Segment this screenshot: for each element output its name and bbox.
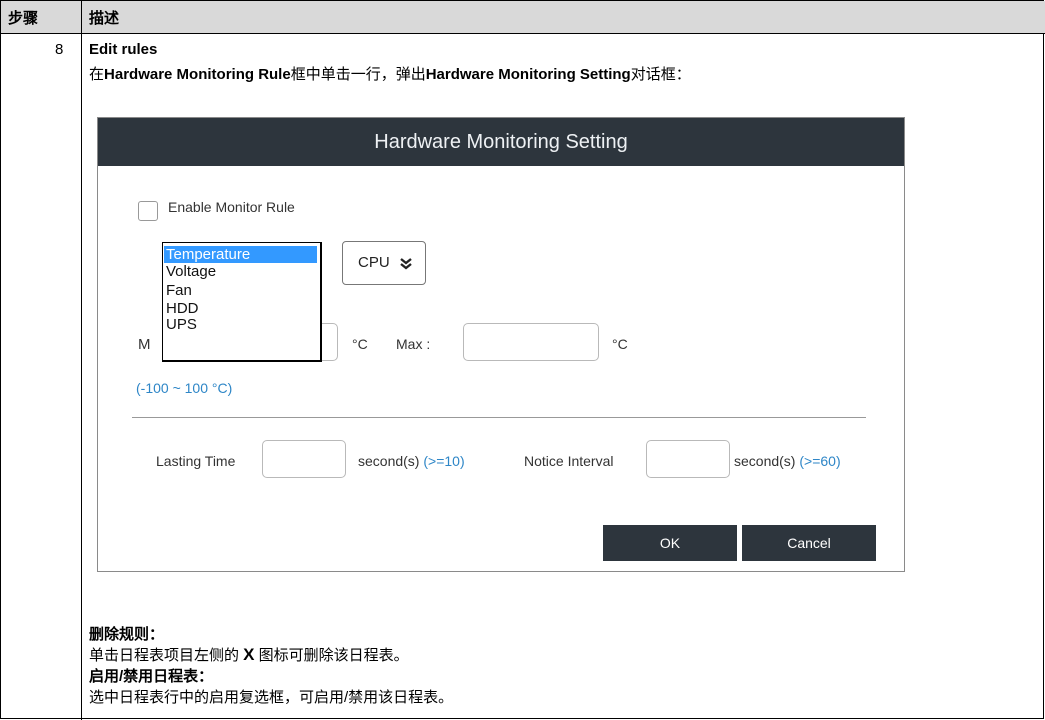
intro-mid: 框中单击一行，弹出 [290, 66, 426, 83]
lasting-time-label: Lasting Time [156, 453, 236, 469]
lasting-time-input[interactable] [262, 440, 346, 478]
enable-monitor-checkbox[interactable] [138, 201, 158, 221]
enable-monitor-label: Enable Monitor Rule [168, 199, 295, 215]
notice-interval-hint: (>=60) [799, 453, 841, 469]
max-input[interactable] [463, 323, 599, 361]
component-dropdown[interactable]: CPU [342, 241, 426, 285]
header-description: 描述 [89, 10, 120, 27]
intro-sentence: 在Hardware Monitoring Rule框中单击一行，弹出Hardwa… [89, 63, 691, 84]
dialog-title: Hardware Monitoring Setting [98, 118, 904, 166]
intro-prefix: 在 [89, 66, 105, 83]
ok-button[interactable]: OK [603, 525, 737, 561]
min-unit: °C [352, 336, 368, 352]
lasting-time-unit: second(s) (>=10) [358, 453, 465, 469]
option-hdd[interactable]: HDD [166, 300, 199, 317]
double-chevron-down-icon [400, 258, 412, 270]
step-heading: Edit rules [89, 41, 158, 58]
intro-setting-name: Hardware Monitoring Setting [425, 66, 631, 83]
intro-suffix: 对话框： [630, 66, 691, 83]
header-step: 步骤 [8, 10, 39, 27]
notice-interval-input[interactable] [646, 440, 730, 478]
option-temperature[interactable]: Temperature [164, 246, 317, 263]
x-icon-reference: X [243, 645, 255, 664]
min-label-fragment: M [138, 336, 151, 353]
delete-rule-title: 删除规则： [89, 626, 165, 643]
notice-interval-label: Notice Interval [524, 453, 614, 469]
option-ups[interactable]: UPS [166, 316, 197, 333]
step-number: 8 [55, 41, 64, 58]
hardware-monitoring-dialog: Hardware Monitoring Setting Enable Monit… [97, 117, 905, 572]
monitor-type-listbox[interactable]: Temperature Voltage Fan HDD UPS [162, 242, 322, 362]
max-unit: °C [612, 336, 628, 352]
column-divider [81, 1, 82, 720]
section-divider [132, 417, 866, 418]
table-header-row: 步骤 描述 [1, 1, 1045, 34]
toggle-schedule-title: 启用/禁用日程表： [89, 668, 214, 685]
max-label: Max : [396, 336, 431, 352]
intro-rule-name: Hardware Monitoring Rule [104, 66, 291, 83]
cancel-button[interactable]: Cancel [742, 525, 876, 561]
lasting-time-hint: (>=10) [423, 453, 465, 469]
option-voltage[interactable]: Voltage [166, 263, 216, 280]
option-fan[interactable]: Fan [166, 282, 192, 299]
toggle-schedule-text: 选中日程表行中的启用复选框，可启用/禁用该日程表。 [89, 689, 454, 706]
range-hint: (-100 ~ 100 °C) [136, 380, 233, 396]
procedure-table: 步骤 描述 8 Edit rules 在Hardware Monitoring … [0, 0, 1045, 720]
notice-interval-unit: second(s) (>=60) [734, 453, 841, 469]
component-value: CPU [358, 254, 390, 271]
delete-rule-text: 单击日程表项目左侧的 X 图标可删除该日程表。 [89, 645, 409, 664]
